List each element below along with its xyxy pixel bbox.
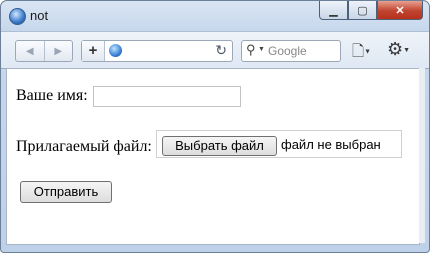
back-button[interactable]: ◀ bbox=[16, 41, 44, 61]
window-title: not bbox=[30, 8, 49, 23]
address-bar[interactable]: + ↻ bbox=[81, 40, 233, 62]
file-status: файл не выбран bbox=[281, 137, 381, 152]
name-label: Ваше имя: bbox=[16, 87, 88, 104]
browser-toolbar: ◀ ▶ + ↻ ⚲ ▼ Google 🗋▼ ⚙▼ bbox=[1, 31, 429, 69]
file-input[interactable]: Выбрать файл файл не выбран bbox=[156, 130, 402, 158]
gear-icon: ⚙ bbox=[387, 39, 404, 59]
page-menu-button[interactable]: 🗋▼ bbox=[352, 41, 371, 66]
name-input[interactable] bbox=[93, 86, 241, 107]
reload-icon[interactable]: ↻ bbox=[215, 42, 227, 59]
page-icon: 🗋 bbox=[352, 43, 365, 60]
choose-file-button[interactable]: Выбрать файл bbox=[162, 136, 277, 156]
search-box[interactable]: ⚲ ▼ Google bbox=[241, 40, 341, 62]
globe-icon bbox=[109, 44, 122, 57]
search-icon: ⚲ bbox=[246, 42, 256, 57]
search-placeholder: Google bbox=[268, 44, 307, 58]
page-content: Ваше имя: Прилагаемый файл: Выбрать файл… bbox=[6, 68, 420, 245]
add-tab-button[interactable]: + bbox=[82, 41, 105, 61]
nav-buttons: ◀ ▶ bbox=[15, 40, 73, 62]
chevron-down-icon: ▼ bbox=[364, 48, 371, 56]
browser-app-icon bbox=[9, 8, 26, 25]
tools-menu-button[interactable]: ⚙▼ bbox=[387, 39, 410, 60]
file-label: Прилагаемый файл: bbox=[16, 138, 152, 155]
forward-button[interactable]: ▶ bbox=[43, 41, 73, 61]
submit-button[interactable]: Отправить bbox=[20, 181, 112, 203]
forward-arrow-icon: ▶ bbox=[54, 45, 63, 57]
window-controls: ▁ ▢ ✕ bbox=[319, 1, 423, 20]
title-bar: not ▁ ▢ ✕ bbox=[1, 1, 429, 31]
close-button[interactable]: ✕ bbox=[377, 1, 423, 20]
right-frame-edge bbox=[419, 68, 425, 243]
chevron-down-icon: ▼ bbox=[403, 46, 411, 54]
search-engine-dropdown-icon[interactable]: ▼ bbox=[258, 46, 265, 53]
browser-window: not ▁ ▢ ✕ ◀ ▶ + ↻ ⚲ ▼ Google 🗋▼ ⚙▼ Ваше … bbox=[0, 0, 430, 253]
minimize-button[interactable]: ▁ bbox=[319, 1, 348, 20]
back-arrow-icon: ◀ bbox=[25, 45, 34, 57]
maximize-button[interactable]: ▢ bbox=[348, 1, 377, 20]
